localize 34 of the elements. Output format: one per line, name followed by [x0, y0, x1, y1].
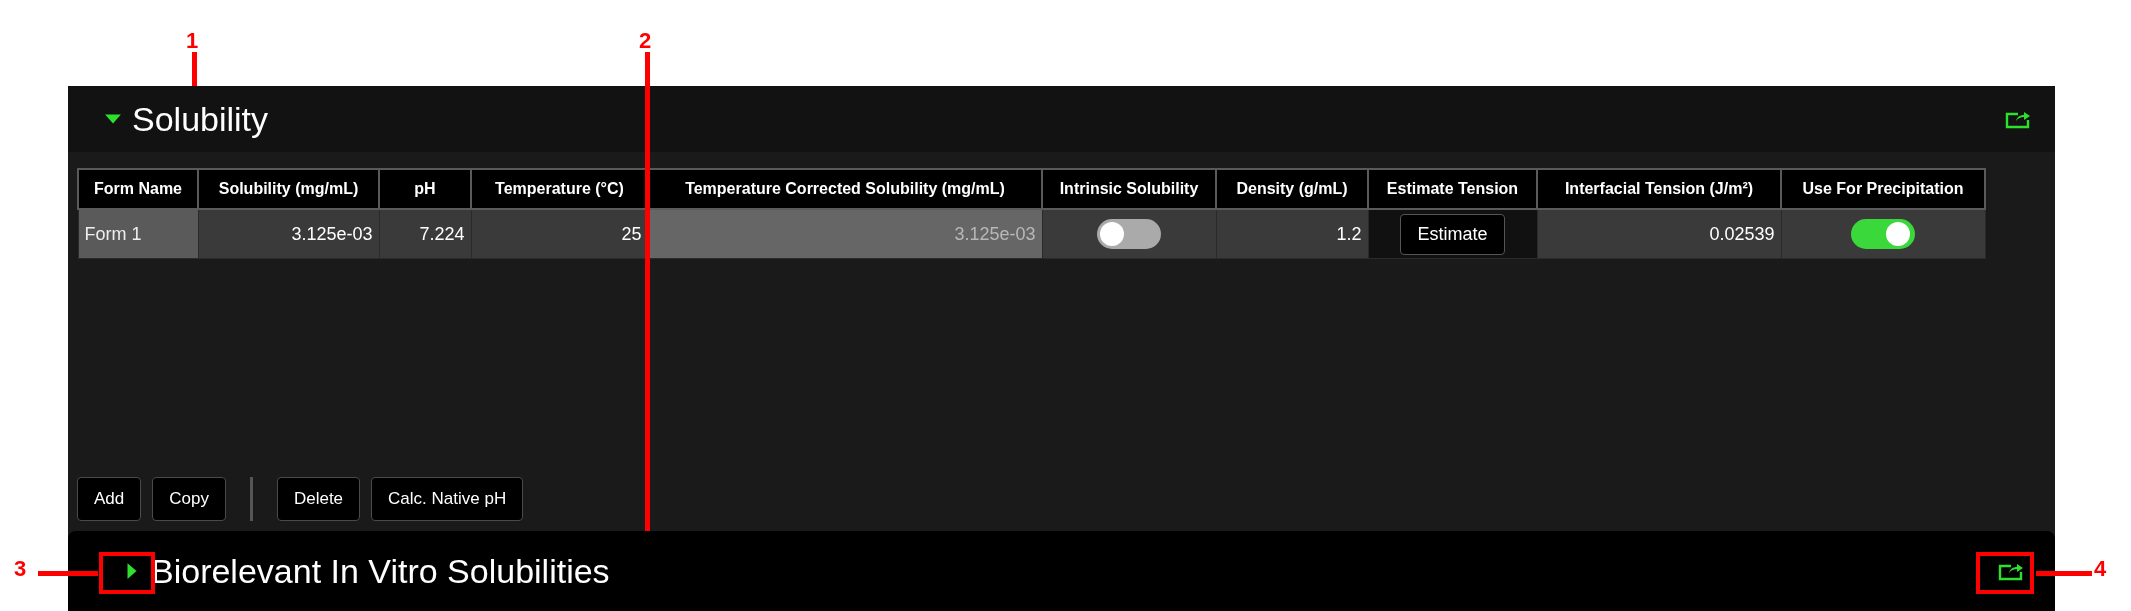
- export-icon[interactable]: [2005, 109, 2031, 129]
- table-cell: 0.02539: [1537, 209, 1781, 259]
- table-cell: 3.125e-03: [648, 209, 1042, 259]
- callout-number: 2: [639, 28, 652, 54]
- toggle-switch[interactable]: [1097, 219, 1161, 249]
- column-header: Density (g/mL): [1216, 169, 1368, 209]
- highlight-frame: [1976, 552, 2034, 594]
- toggle-switch[interactable]: [1851, 219, 1915, 249]
- callout-number: 4: [2094, 556, 2107, 582]
- table-cell: 3.125e-03: [198, 209, 379, 259]
- callout-number: 3: [14, 556, 27, 582]
- section-title: Biorelevant In Vitro Solubilities: [151, 551, 611, 591]
- column-header: Estimate Tension: [1368, 169, 1537, 209]
- table-cell: Form 1: [78, 209, 198, 259]
- export-icon[interactable]: [1998, 561, 2024, 581]
- highlight-frame: [99, 552, 155, 594]
- column-header: Solubility (mg/mL): [198, 169, 379, 209]
- column-header: Interfacial Tension (J/m²): [1537, 169, 1781, 209]
- table-cell: 1.2: [1216, 209, 1368, 259]
- column-header: Use For Precipitation: [1781, 169, 1985, 209]
- column-header: Temperature Corrected Solubility (mg/mL): [648, 169, 1042, 209]
- table-cell: 25: [471, 209, 648, 259]
- section-title: Solubility: [132, 99, 270, 139]
- toolbar-button[interactable]: Delete: [276, 477, 361, 521]
- toolbar-button[interactable]: Calc. Native pH: [371, 477, 524, 521]
- callout-number: 1: [186, 28, 199, 54]
- column-header: Temperature (°C): [471, 169, 648, 209]
- column-header: Intrinsic Solubility: [1042, 169, 1216, 209]
- table-cell: 7.224: [379, 209, 471, 259]
- column-header: pH: [379, 169, 471, 209]
- toolbar-button[interactable]: Add: [77, 477, 142, 521]
- column-header: Form Name: [78, 169, 198, 209]
- toolbar-button[interactable]: Copy: [152, 477, 226, 521]
- estimate-button[interactable]: Estimate: [1400, 213, 1505, 255]
